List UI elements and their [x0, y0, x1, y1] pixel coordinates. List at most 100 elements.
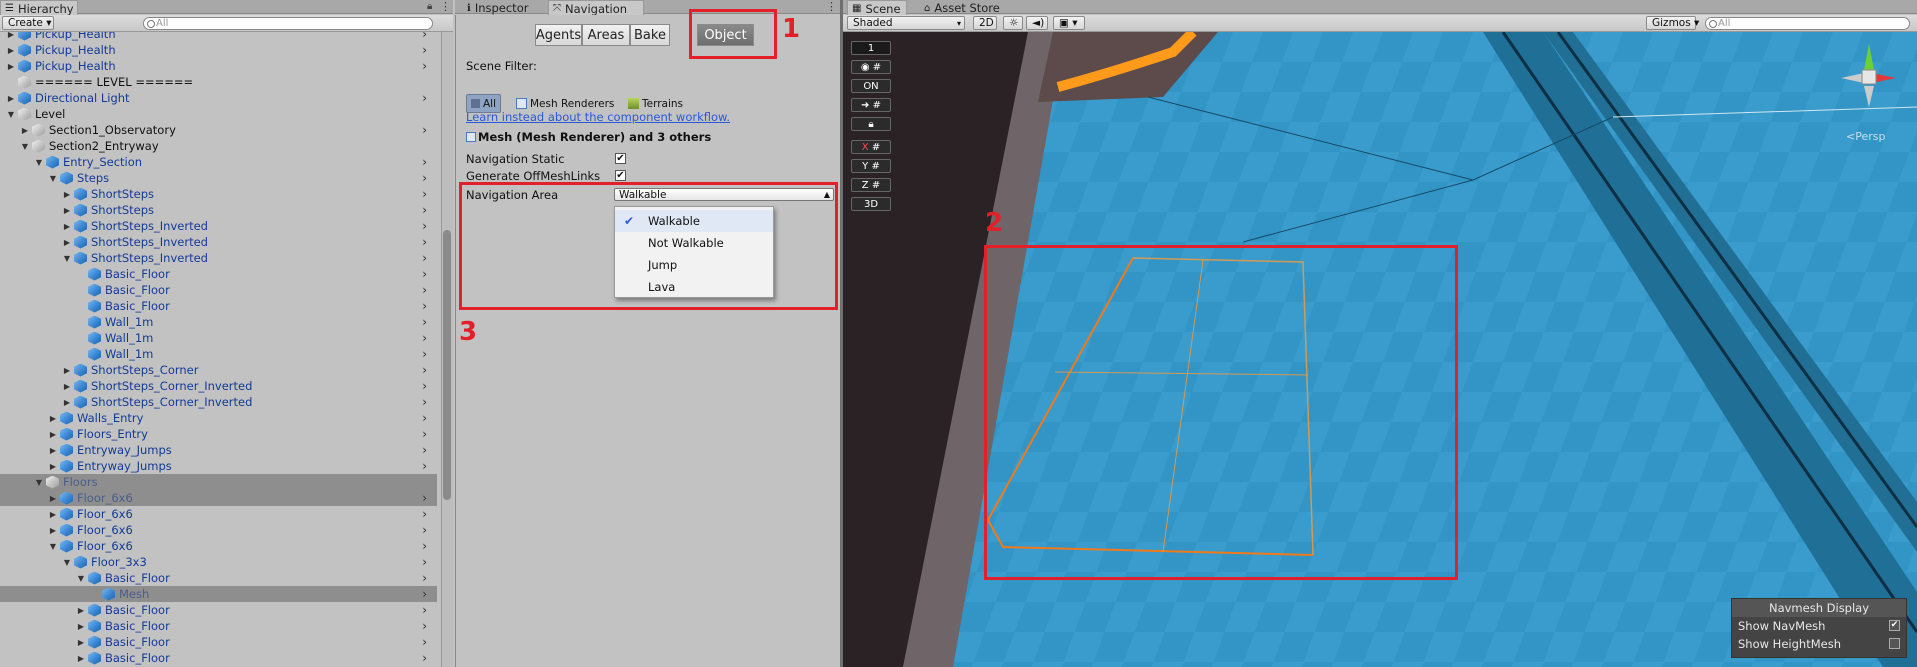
hierarchy-row[interactable]: ▶ Pickup_Health ›	[0, 32, 437, 42]
component-workflow-link[interactable]: Learn instead about the component workfl…	[466, 110, 730, 124]
collapsed-arrow-icon[interactable]: ▶	[62, 206, 72, 215]
collapsed-arrow-icon[interactable]: ▶	[76, 654, 86, 663]
hierarchy-row[interactable]: ▶ Basic_Floor ›	[0, 634, 437, 650]
segment-areas[interactable]: Areas	[582, 24, 630, 46]
hierarchy-row[interactable]: ▼ Floor_6x6 ›	[0, 538, 437, 554]
chevron-right-icon[interactable]: ›	[422, 267, 427, 281]
chevron-right-icon[interactable]: ›	[422, 571, 427, 585]
scene-search-input[interactable]: All	[1705, 17, 1910, 30]
hierarchy-row[interactable]: ▶ Entryway_Jumps ›	[0, 442, 437, 458]
hierarchy-row[interactable]: ▶ Section1_Observatory ›	[0, 122, 437, 138]
navigation-static-checkbox[interactable]: ✔	[615, 153, 626, 164]
hierarchy-row[interactable]: ▶ Basic_Floor ›	[0, 650, 437, 666]
segment-agents[interactable]: Agents	[535, 24, 582, 46]
hierarchy-row[interactable]: ▶ Floor_6x6 ›	[0, 490, 437, 506]
collapsed-arrow-icon[interactable]: ▶	[6, 94, 16, 103]
chevron-right-icon[interactable]: ›	[422, 523, 427, 537]
hierarchy-row[interactable]: ▶ ShortSteps_Corner ›	[0, 362, 437, 378]
hierarchy-row[interactable]: ▶ ShortSteps_Corner_Inverted ›	[0, 394, 437, 410]
expanded-arrow-icon[interactable]: ▼	[62, 254, 72, 263]
chevron-right-icon[interactable]: ›	[422, 203, 427, 217]
hierarchy-row[interactable]: ▶ Floor_6x6 ›	[0, 506, 437, 522]
chevron-right-icon[interactable]: ›	[422, 619, 427, 633]
collapsed-arrow-icon[interactable]: ▶	[62, 398, 72, 407]
effects-dropdown[interactable]: ▣ ▾	[1053, 16, 1085, 30]
chevron-right-icon[interactable]: ›	[422, 587, 427, 601]
hierarchy-row[interactable]: ▶ ShortSteps ›	[0, 202, 437, 218]
lock-icon[interactable]: 🔒︎	[427, 1, 432, 12]
scene-orientation-gizmo-icon[interactable]	[1836, 42, 1906, 122]
show-heightmesh-row[interactable]: Show HeightMesh	[1732, 635, 1906, 653]
hierarchy-row[interactable]: ▶ Pickup_Health ›	[0, 58, 437, 74]
chevron-right-icon[interactable]: ›	[422, 379, 427, 393]
hierarchy-search-input[interactable]: All	[143, 17, 433, 30]
layer-field[interactable]: 1	[851, 41, 891, 55]
collapsed-arrow-icon[interactable]: ▶	[6, 62, 16, 71]
chevron-right-icon[interactable]: ›	[422, 187, 427, 201]
hierarchy-row[interactable]: ▶ Basic_Floor ›	[0, 602, 437, 618]
show-navmesh-checkbox[interactable]: ✔	[1889, 620, 1900, 631]
chevron-right-icon[interactable]: ›	[422, 315, 427, 329]
chevron-right-icon[interactable]: ›	[422, 555, 427, 569]
hierarchy-row[interactable]: Wall_1m ›	[0, 330, 437, 346]
collapsed-arrow-icon[interactable]: ▶	[48, 494, 58, 503]
mode-2d-toggle[interactable]: 2D	[973, 16, 997, 30]
expanded-arrow-icon[interactable]: ▼	[34, 158, 44, 167]
chevron-right-icon[interactable]: ›	[422, 539, 427, 553]
panel-menu-icon[interactable]: ⋮	[826, 0, 837, 13]
expanded-arrow-icon[interactable]: ▼	[20, 142, 30, 151]
hierarchy-row[interactable]: ▼ Level	[0, 106, 437, 122]
collapsed-arrow-icon[interactable]: ▶	[62, 382, 72, 391]
chevron-right-icon[interactable]: ›	[422, 91, 427, 105]
chevron-right-icon[interactable]: ›	[422, 299, 427, 313]
hierarchy-row[interactable]: ====== LEVEL ======	[0, 74, 437, 90]
chevron-right-icon[interactable]: ›	[422, 123, 427, 137]
collapsed-arrow-icon[interactable]: ▶	[62, 190, 72, 199]
on-toggle[interactable]: ON	[851, 79, 891, 93]
hierarchy-row[interactable]: Mesh ›	[0, 586, 437, 602]
axis-x-button[interactable]: X #	[851, 140, 891, 154]
expanded-arrow-icon[interactable]: ▼	[6, 110, 16, 119]
collapsed-arrow-icon[interactable]: ▶	[62, 222, 72, 231]
visibility-toggle[interactable]: ◉ #	[851, 60, 891, 74]
collapsed-arrow-icon[interactable]: ▶	[48, 430, 58, 439]
chevron-right-icon[interactable]: ›	[422, 363, 427, 377]
chevron-right-icon[interactable]: ›	[422, 651, 427, 665]
hierarchy-scrollbar-thumb[interactable]	[443, 230, 451, 500]
chevron-right-icon[interactable]: ›	[422, 235, 427, 249]
chevron-right-icon[interactable]: ›	[422, 347, 427, 361]
shading-mode-dropdown[interactable]: Shaded ▾	[847, 16, 965, 30]
collapsed-arrow-icon[interactable]: ▶	[48, 526, 58, 535]
tab-asset-store[interactable]: ⌂ Asset Store	[920, 0, 1008, 15]
chevron-right-icon[interactable]: ›	[422, 395, 427, 409]
hierarchy-row[interactable]: Basic_Floor ›	[0, 282, 437, 298]
tab-inspector[interactable]: ℹ Inspector	[463, 0, 547, 15]
segment-bake[interactable]: Bake	[630, 24, 670, 46]
hierarchy-row[interactable]: ▼ Steps ›	[0, 170, 437, 186]
expanded-arrow-icon[interactable]: ▼	[48, 174, 58, 183]
expanded-arrow-icon[interactable]: ▼	[48, 542, 58, 551]
axis-y-button[interactable]: Y #	[851, 159, 891, 173]
expanded-arrow-icon[interactable]: ▼	[34, 478, 44, 487]
collapsed-arrow-icon[interactable]: ▶	[48, 462, 58, 471]
tab-hierarchy[interactable]: ☰ Hierarchy	[0, 0, 78, 16]
chevron-right-icon[interactable]: ›	[422, 59, 427, 73]
axis-z-button[interactable]: Z #	[851, 178, 891, 192]
perspective-label[interactable]: <Persp	[1846, 130, 1885, 143]
chevron-right-icon[interactable]: ›	[422, 32, 427, 41]
hierarchy-row[interactable]: ▶ Directional Light ›	[0, 90, 437, 106]
collapsed-arrow-icon[interactable]: ▶	[48, 510, 58, 519]
chevron-right-icon[interactable]: ›	[422, 427, 427, 441]
move-tool-button[interactable]: ➜ #	[851, 98, 891, 112]
gizmos-dropdown[interactable]: Gizmos ▾	[1646, 16, 1699, 30]
lighting-toggle[interactable]: ☼	[1003, 16, 1023, 30]
chevron-right-icon[interactable]: ›	[422, 411, 427, 425]
show-heightmesh-checkbox[interactable]	[1889, 638, 1900, 649]
hierarchy-row[interactable]: ▶ Basic_Floor ›	[0, 618, 437, 634]
hierarchy-row[interactable]: ▼ Section2_Entryway	[0, 138, 437, 154]
tab-navigation[interactable]: ⤧ Navigation	[548, 0, 644, 16]
hierarchy-row[interactable]: ▶ Floors_Entry ›	[0, 426, 437, 442]
expanded-arrow-icon[interactable]: ▼	[62, 558, 72, 567]
collapsed-arrow-icon[interactable]: ▶	[62, 366, 72, 375]
hierarchy-row[interactable]: ▼ Floor_3x3 ›	[0, 554, 437, 570]
